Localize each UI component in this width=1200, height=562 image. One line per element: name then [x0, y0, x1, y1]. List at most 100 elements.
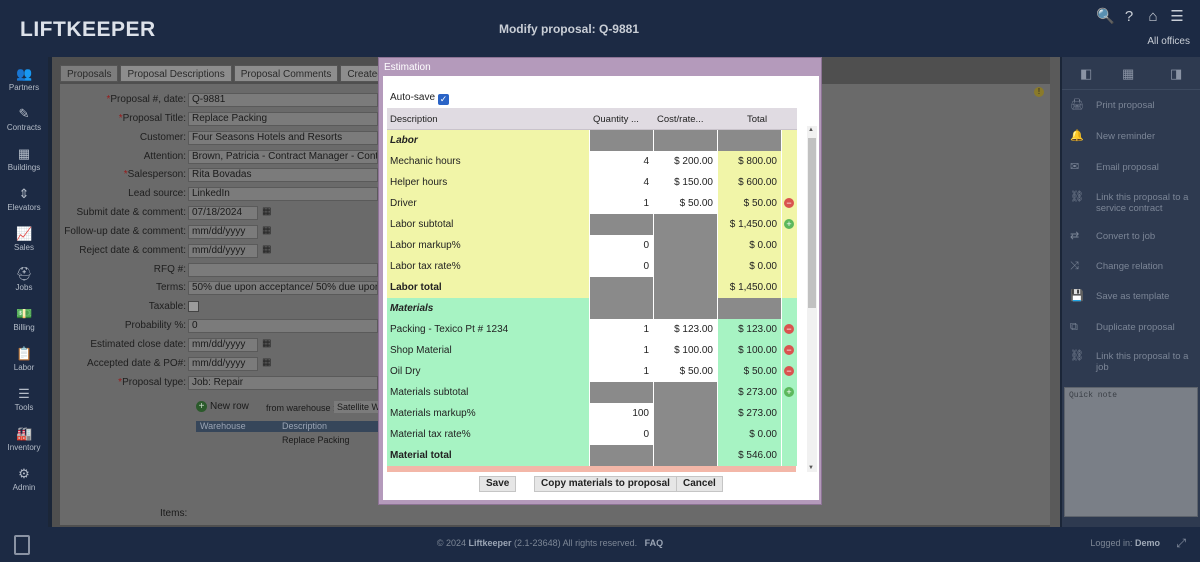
reject-date-field[interactable]: mm/dd/yyyy — [188, 244, 258, 258]
col-header-description[interactable]: Description — [390, 114, 438, 125]
add-row-icon[interactable]: + — [784, 387, 794, 397]
grid-row[interactable]: Materials subtotal $ 273.00 + — [387, 382, 797, 403]
save-button[interactable]: Save — [479, 476, 517, 492]
office-selector[interactable]: All offices — [1147, 36, 1190, 47]
calendar-icon[interactable]: ▦ — [262, 206, 271, 217]
lead-source-field[interactable]: LinkedIn — [188, 187, 378, 201]
row-quantity[interactable]: 4 — [590, 151, 654, 172]
tab-proposal-descriptions[interactable]: Proposal Descriptions — [120, 65, 232, 82]
calendar-icon[interactable]: ▦ — [262, 338, 271, 349]
grid-scrollbar[interactable]: ▲ ▼ — [807, 126, 817, 472]
row-quantity[interactable]: 100 — [590, 403, 654, 424]
accepted-date-field[interactable]: mm/dd/yyyy — [188, 357, 258, 371]
grid-row[interactable]: Helper hours 4 $ 150.00 $ 600.00 — [387, 172, 797, 193]
grid-row[interactable]: Material tax rate% 0 $ 0.00 — [387, 424, 797, 445]
row-quantity[interactable]: 0 — [590, 256, 654, 277]
grid-row[interactable]: Materials markup% 100 $ 273.00 — [387, 403, 797, 424]
rfq-field[interactable] — [188, 263, 378, 277]
row-quantity[interactable]: 1 — [590, 193, 654, 214]
row-cost[interactable]: $ 123.00 — [654, 319, 718, 340]
remove-row-icon[interactable]: − — [784, 198, 794, 208]
tab-proposal-comments[interactable]: Proposal Comments — [233, 65, 339, 82]
sidebar-item-labor[interactable]: 📋 Labor — [0, 347, 48, 373]
calendar-icon[interactable]: ▦ — [262, 225, 271, 236]
remove-row-icon[interactable]: − — [784, 366, 794, 376]
logged-in-user[interactable]: Demo — [1135, 538, 1160, 548]
col-header-cost[interactable]: Cost/rate... — [657, 114, 703, 125]
autosave-checkbox[interactable]: ✓ — [438, 94, 450, 105]
grid-row[interactable]: Packing - Texico Pt # 1234 1 $ 123.00 $ 123… — [387, 319, 797, 340]
row-cost[interactable]: $ 150.00 — [654, 172, 718, 193]
grid-icon[interactable]: ▦ — [1122, 66, 1134, 82]
customer-field[interactable]: Four Seasons Hotels and Resorts — [188, 131, 378, 145]
submit-date-field[interactable]: 07/18/2024 — [188, 206, 258, 220]
calendar-icon[interactable]: ▦ — [262, 357, 271, 368]
autosave-toggle[interactable]: Auto-save ✓ — [390, 92, 450, 105]
help-icon[interactable]: ? — [1120, 8, 1138, 26]
faq-link[interactable]: FAQ — [645, 538, 664, 548]
col-header-total[interactable]: Total — [747, 114, 767, 125]
grid-row[interactable]: Labor total $ 1,450.00 — [387, 277, 797, 298]
taxable-checkbox[interactable] — [188, 301, 199, 312]
grid-row[interactable]: Labor — [387, 130, 797, 151]
grid-row[interactable]: Oil Dry 1 $ 50.00 $ 50.00− — [387, 361, 797, 382]
row-cost[interactable]: $ 200.00 — [654, 151, 718, 172]
attention-field[interactable]: Brown, Patricia - Contract Manager - Con… — [188, 150, 378, 164]
row-cost[interactable]: $ 50.00 — [654, 193, 718, 214]
row-cost[interactable]: $ 50.00 — [654, 361, 718, 382]
col-header-quantity[interactable]: Quantity ... — [593, 114, 639, 125]
sidebar-item-billing[interactable]: 💵 Billing — [0, 307, 48, 333]
copy-materials-button[interactable]: Copy materials to proposal — [534, 476, 677, 492]
sidebar-item-tools[interactable]: ☰ Tools — [0, 387, 48, 413]
row-cost[interactable]: $ 100.00 — [654, 340, 718, 361]
scroll-thumb[interactable] — [808, 138, 816, 308]
home-icon[interactable]: ⌂ — [1144, 8, 1162, 26]
probability-field[interactable]: 0 — [188, 319, 378, 333]
remove-row-icon[interactable]: − — [784, 324, 794, 334]
cancel-button[interactable]: Cancel — [676, 476, 723, 492]
salesperson-field[interactable]: Rita Bovadas — [188, 168, 378, 182]
grid-row[interactable]: Materials — [387, 298, 797, 319]
grid-row[interactable]: Material total $ 546.00 — [387, 445, 797, 466]
sidebar-item-elevators[interactable]: ⇕ Elevators — [0, 187, 48, 213]
tab-proposals[interactable]: Proposals — [60, 65, 119, 82]
row-quantity[interactable]: 0 — [590, 424, 654, 445]
row-quantity[interactable]: 0 — [590, 235, 654, 256]
remove-row-icon[interactable]: − — [784, 345, 794, 355]
followup-date-field[interactable]: mm/dd/yyyy — [188, 225, 258, 239]
sidebar-item-sales[interactable]: 📈 Sales — [0, 227, 48, 253]
quick-note-input[interactable]: Quick note — [1064, 387, 1198, 517]
sidebar-item-partners[interactable]: 👥 Partners — [0, 67, 48, 93]
sidebar-item-admin[interactable]: ⚙ Admin — [0, 467, 48, 493]
sidebar-item-jobs[interactable]: ⛑ Jobs — [0, 267, 48, 293]
proposal-type-field[interactable]: Job: Repair — [188, 376, 378, 390]
next-icon[interactable]: ◨ — [1170, 66, 1182, 82]
calendar-icon[interactable]: ▦ — [262, 244, 271, 255]
grid-row[interactable]: Labor tax rate% 0 $ 0.00 — [387, 256, 797, 277]
grid-row[interactable]: Labor markup% 0 $ 0.00 — [387, 235, 797, 256]
proposal-title-field[interactable]: Replace Packing — [188, 112, 378, 126]
grid-row[interactable]: Labor subtotal $ 1,450.00 + — [387, 214, 797, 235]
grid-row[interactable]: Mechanic hours 4 $ 200.00 $ 800.00 — [387, 151, 797, 172]
row-quantity[interactable]: 4 — [590, 172, 654, 193]
menu-icon[interactable]: ☰ — [1168, 8, 1186, 26]
close-date-field[interactable]: mm/dd/yyyy — [188, 338, 258, 352]
sidebar-item-buildings[interactable]: ▦ Buildings — [0, 147, 48, 173]
row-quantity[interactable]: 1 — [590, 340, 654, 361]
search-icon[interactable]: 🔍 — [1096, 8, 1115, 26]
row-quantity[interactable]: 1 — [590, 361, 654, 382]
grid-row[interactable]: Driver 1 $ 50.00 $ 50.00− — [387, 193, 797, 214]
scroll-up-icon[interactable]: ▲ — [808, 127, 814, 133]
terms-field[interactable]: 50% due upon acceptance/ 50% due upon c — [188, 281, 378, 295]
main-scrollbar[interactable] — [1050, 57, 1060, 527]
info-badge[interactable]: ! — [1034, 87, 1044, 97]
proposal-number-field[interactable]: Q-9881 — [188, 93, 378, 107]
row-quantity[interactable]: 1 — [590, 319, 654, 340]
expand-icon[interactable]: ⤢ — [1176, 536, 1186, 551]
new-row-button[interactable]: + New row — [196, 401, 249, 412]
grid-row[interactable]: Shop Material 1 $ 100.00 $ 100.00− — [387, 340, 797, 361]
sidebar-item-contracts[interactable]: ✎ Contracts — [0, 107, 48, 133]
scroll-down-icon[interactable]: ▼ — [808, 465, 814, 471]
prev-icon[interactable]: ◧ — [1080, 66, 1092, 82]
add-row-icon[interactable]: + — [784, 219, 794, 229]
